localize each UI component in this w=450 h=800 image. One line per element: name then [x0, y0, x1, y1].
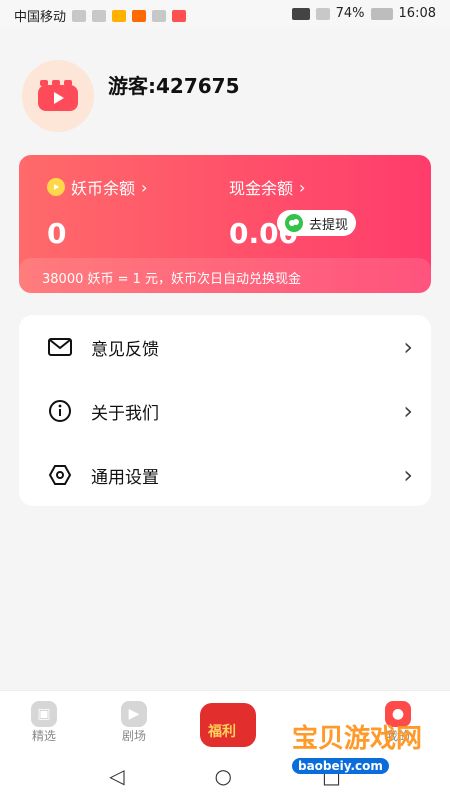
- menu-label: 意见反馈: [91, 339, 159, 360]
- tab-welfare[interactable]: 福利: [193, 698, 263, 752]
- tab-featured[interactable]: ▣ 精选: [9, 701, 79, 744]
- menu-card: 意见反馈 › 关于我们 › 通用设置 ›: [19, 315, 431, 506]
- theater-icon: ▶: [121, 701, 147, 727]
- mail-icon: [47, 334, 73, 360]
- welfare-label: 福利: [208, 724, 236, 740]
- video-app-icon: [38, 80, 78, 111]
- coin-icon: [47, 178, 65, 196]
- silent-icon: [315, 7, 330, 20]
- watermark-url: baobeiy.com: [291, 758, 389, 774]
- back-icon[interactable]: ◁: [109, 764, 124, 788]
- user-name: 游客:427675: [108, 74, 240, 98]
- wifi-icon: [92, 9, 107, 22]
- battery-percent: 74%: [335, 6, 365, 21]
- hd-icon: [291, 7, 310, 20]
- menu-label: 关于我们: [91, 403, 159, 424]
- chevron-right-icon: ›: [403, 333, 413, 361]
- featured-icon: ▣: [31, 701, 57, 727]
- tab-label: 剧场: [121, 729, 146, 743]
- menu-item-settings[interactable]: 通用设置 ›: [19, 443, 431, 507]
- chevron-right-icon: ›: [403, 397, 413, 425]
- signal-icon: [72, 9, 87, 22]
- clock: 16:08: [398, 6, 436, 21]
- info-icon: [47, 398, 73, 424]
- settings-icon: [47, 462, 73, 488]
- exchange-info-text: 38000 妖币 = 1 元，妖币次日自动兑换现金: [42, 272, 302, 287]
- message-icon: [152, 9, 167, 22]
- tab-theater[interactable]: ▶ 剧场: [99, 701, 169, 744]
- wechat-icon: [285, 214, 303, 232]
- chevron-right-icon: ›: [141, 177, 148, 197]
- welfare-bag-icon: 福利: [200, 703, 256, 747]
- withdraw-button[interactable]: 去提现: [277, 210, 357, 236]
- cash-balance-label: 现金余额: [229, 179, 294, 198]
- battery-icon: [370, 7, 393, 20]
- status-bar: 中国移动 74% 16:08: [0, 0, 450, 28]
- menu-item-feedback[interactable]: 意见反馈 ›: [19, 315, 431, 379]
- chevron-right-icon: ›: [403, 461, 413, 489]
- withdraw-label: 去提现: [309, 217, 349, 233]
- menu-item-about[interactable]: 关于我们 ›: [19, 379, 431, 443]
- chevron-right-icon: ›: [299, 177, 306, 197]
- coin-balance[interactable]: 妖币余额 › 0: [47, 175, 147, 250]
- location-icon: [172, 9, 187, 22]
- profile-header: [22, 60, 94, 132]
- watermark: 宝贝游戏网 baobeiy.com: [291, 718, 422, 774]
- coin-balance-value: 0: [47, 217, 67, 250]
- carrier-label: 中国移动: [14, 10, 67, 25]
- tab-label: 精选: [31, 729, 56, 743]
- app-notif-icon: [112, 9, 127, 22]
- menu-label: 通用设置: [91, 467, 159, 488]
- app-notif-icon-2: [132, 9, 147, 22]
- avatar[interactable]: [22, 60, 94, 132]
- watermark-brand: 宝贝游戏网: [291, 724, 422, 754]
- coin-balance-label: 妖币余额: [71, 179, 136, 198]
- home-icon[interactable]: ○: [215, 764, 232, 788]
